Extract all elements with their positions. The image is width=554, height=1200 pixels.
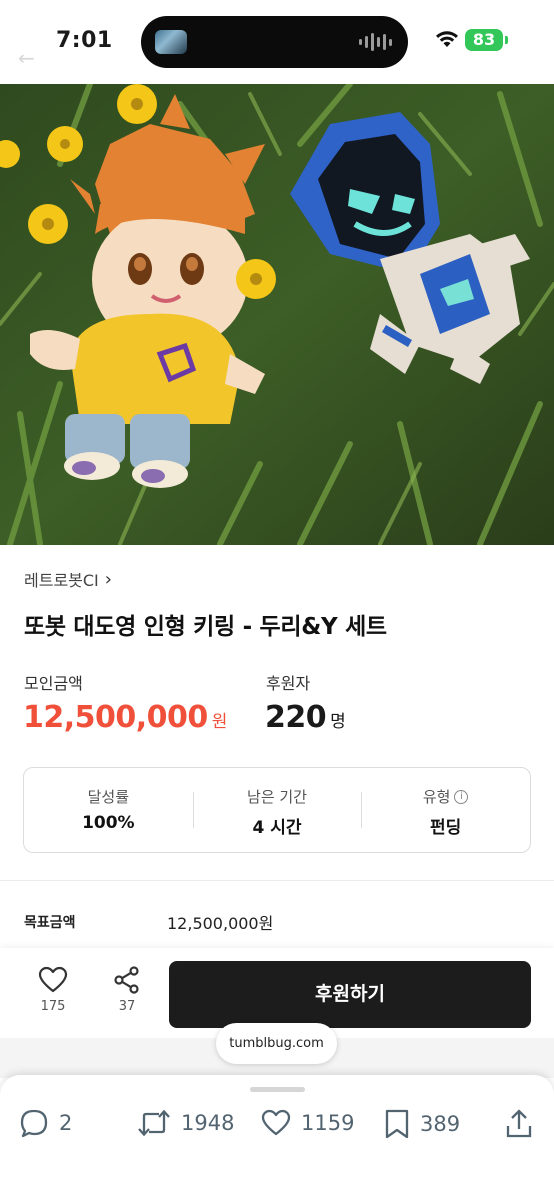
sheet-grabber[interactable] xyxy=(250,1087,305,1092)
dynamic-island xyxy=(141,16,408,68)
support-button[interactable]: 후원하기 xyxy=(169,961,531,1028)
backers-unit: 명 xyxy=(330,712,346,732)
funding-summary-box: 달성률 100% 남은 기간 4 시간 유형 i 펀딩 xyxy=(23,767,531,853)
achievement-rate: 달성률 100% xyxy=(24,768,193,852)
share-icon xyxy=(114,966,139,994)
tweet-like-button[interactable]: 1159 xyxy=(261,1109,354,1137)
retweet-icon xyxy=(138,1109,170,1137)
like-button[interactable]: 175 xyxy=(28,966,78,1014)
share-button[interactable]: 37 xyxy=(102,966,152,1014)
info-icon[interactable]: i xyxy=(454,789,469,804)
amount-raised: 12,500,000 원 xyxy=(23,700,227,735)
heart-icon xyxy=(38,966,68,993)
info-label: 달성률 xyxy=(87,788,130,806)
bookmark-icon xyxy=(385,1109,409,1139)
info-value: 4 시간 xyxy=(252,818,302,838)
product-hero-image xyxy=(0,84,554,545)
backers-label: 후원자 xyxy=(266,674,311,693)
retweet-count: 1948 xyxy=(181,1111,235,1135)
amount-label: 모인금액 xyxy=(24,674,83,693)
info-label: 남은 기간 xyxy=(247,788,307,806)
reply-button[interactable]: 2 xyxy=(19,1109,72,1137)
remaining-time: 남은 기간 4 시간 xyxy=(192,768,362,852)
share-count: 37 xyxy=(118,999,136,1014)
wifi-icon xyxy=(436,31,458,47)
bookmark-button[interactable]: 389 xyxy=(384,1109,460,1139)
now-playing-artwork xyxy=(155,30,187,54)
info-label: 유형 xyxy=(422,788,451,806)
url-pill[interactable]: tumblbug.com xyxy=(216,1023,337,1064)
info-value: 100% xyxy=(82,813,135,833)
amount-unit: 원 xyxy=(211,712,228,732)
retweet-button[interactable]: 1948 xyxy=(137,1109,234,1137)
battery-tip xyxy=(505,36,508,44)
backers-value: 220 xyxy=(265,700,327,735)
battery-indicator: 83 xyxy=(465,29,503,51)
chevron-right-icon: › xyxy=(104,568,112,590)
funding-type: 유형 i 펀딩 xyxy=(361,768,530,852)
reply-count: 2 xyxy=(59,1111,73,1135)
info-label-row: 유형 i xyxy=(361,786,530,807)
section-divider xyxy=(0,880,554,881)
status-time: 7:01 xyxy=(56,28,113,53)
audio-waveform-icon xyxy=(359,31,392,53)
reply-icon xyxy=(20,1109,48,1137)
tweet-like-count: 1159 xyxy=(301,1111,355,1135)
amount-value: 12,500,000 xyxy=(23,700,208,735)
goal-value: 12,500,000원 xyxy=(167,914,274,933)
info-value: 펀딩 xyxy=(430,818,462,838)
heart-icon xyxy=(261,1109,291,1136)
upload-icon xyxy=(506,1109,532,1138)
creator-link[interactable]: 레트로봇CI › xyxy=(24,567,112,591)
product-title: 또봇 대도영 인형 키링 - 두리&Y 세트 xyxy=(24,614,387,640)
like-count: 175 xyxy=(40,999,66,1014)
backers-count: 220 명 xyxy=(265,700,346,735)
tweet-action-sheet: 2 1948 1159 389 xyxy=(0,1075,554,1200)
back-arrow-icon[interactable]: ← xyxy=(18,46,35,70)
bookmark-count: 389 xyxy=(420,1112,461,1136)
status-bar: 7:01 83 ← xyxy=(0,0,554,84)
share-tweet-button[interactable] xyxy=(505,1109,533,1139)
goal-label: 목표금액 xyxy=(24,915,76,931)
creator-name: 레트로봇CI xyxy=(24,571,99,590)
